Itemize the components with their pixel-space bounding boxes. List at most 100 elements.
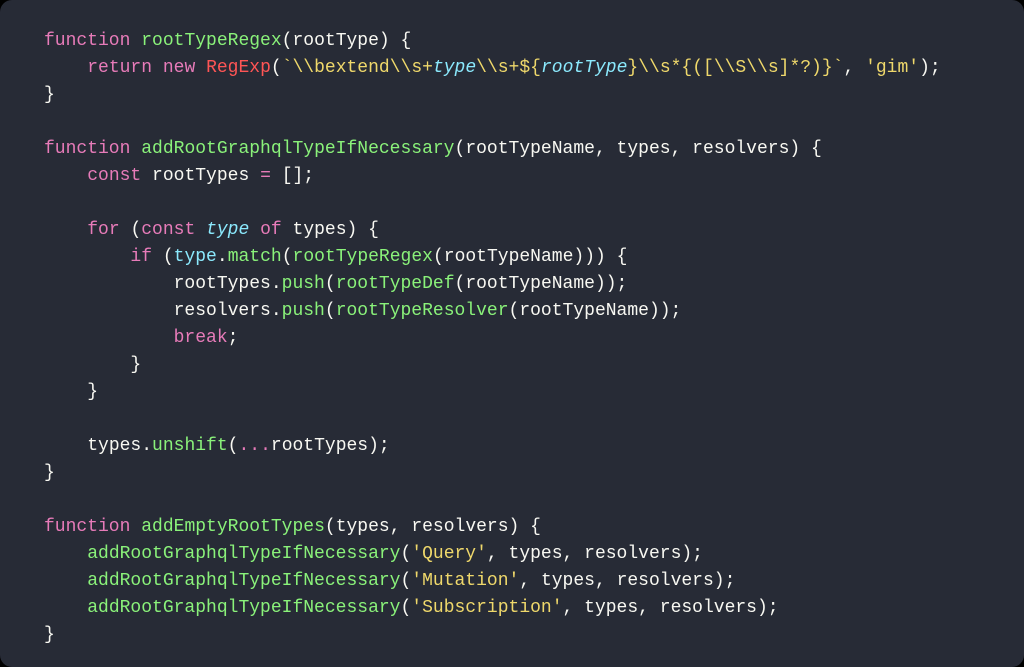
punc: ( (282, 247, 293, 267)
spread-operator: ... (238, 436, 270, 456)
call: addRootGraphqlTypeIfNecessary (87, 544, 400, 564)
code-line: for (const type of types) { (44, 220, 379, 240)
var-name: resolvers (660, 598, 757, 618)
var-name: resolvers (584, 544, 681, 564)
punc: ))) { (573, 247, 627, 267)
call-rootTypeRegex: rootTypeRegex (293, 247, 433, 267)
punc: ( (282, 31, 293, 51)
punc: )); (595, 274, 627, 294)
punc: ) { (789, 139, 821, 159)
param: rootType (292, 31, 378, 51)
call: addRootGraphqlTypeIfNecessary (87, 598, 400, 618)
punc: } (44, 85, 55, 105)
method-match: match (228, 247, 282, 267)
template-body: \\bextend\\s+ (293, 58, 433, 78)
punc: , (487, 544, 509, 564)
keyword-return: return (87, 58, 152, 78)
template-body: \\s+ (476, 58, 519, 78)
code-editor[interactable]: function rootTypeRegex(rootType) { retur… (0, 0, 1024, 667)
punc: ); (714, 571, 736, 591)
code-line: function addEmptyRootTypes(types, resolv… (44, 517, 541, 537)
code-line: } (44, 355, 141, 375)
punc: , (390, 517, 412, 537)
function-name: addEmptyRootTypes (141, 517, 325, 537)
punc: , (595, 139, 617, 159)
code-line: const rootTypes = []; (44, 166, 314, 186)
punc: ); (919, 58, 941, 78)
keyword-new: new (163, 58, 195, 78)
code-line: return new RegExp(`\\bextend\\s+type\\s+… (44, 58, 941, 78)
punc: ) { (379, 31, 411, 51)
code-line: addRootGraphqlTypeIfNecessary('Subscript… (44, 598, 779, 618)
punc: , (563, 544, 585, 564)
punc: . (271, 301, 282, 321)
string-Query: 'Query' (411, 544, 487, 564)
punc: ( (325, 274, 336, 294)
punc: ( (455, 274, 466, 294)
param: types (336, 517, 390, 537)
code-line: rootTypes.push(rootTypeDef(rootTypeName)… (44, 274, 627, 294)
var-name: resolvers (617, 571, 714, 591)
punc: ( (400, 544, 411, 564)
var-name: types (87, 436, 141, 456)
punc: ) { (509, 517, 541, 537)
punc: , (638, 598, 660, 618)
punc: ; (228, 328, 239, 348)
punc: ( (325, 301, 336, 321)
code-line: } (44, 463, 55, 483)
string-Subscription: 'Subscription' (411, 598, 562, 618)
var-name: types (509, 544, 563, 564)
punc: ( (130, 220, 141, 240)
param: types (617, 139, 671, 159)
string-gim: 'gim' (865, 58, 919, 78)
keyword-for: for (87, 220, 119, 240)
method-push: push (282, 301, 325, 321)
keyword-function: function (44, 139, 130, 159)
punc: )); (649, 301, 681, 321)
template-type-word: type (433, 58, 476, 78)
punc: ( (455, 139, 466, 159)
interp-open: ${ (519, 58, 541, 78)
var-name: rootTypeName (465, 274, 595, 294)
punc: ( (228, 436, 239, 456)
param: resolvers (411, 517, 508, 537)
punc: ( (163, 247, 174, 267)
punc: , (519, 571, 541, 591)
var-name: resolvers (174, 301, 271, 321)
code-line: function rootTypeRegex(rootType) { (44, 31, 411, 51)
call-rootTypeDef: rootTypeDef (336, 274, 455, 294)
code-line: } (44, 85, 55, 105)
var-name: types (293, 220, 347, 240)
operator: = (260, 166, 271, 186)
punc: . (217, 247, 228, 267)
punc: ( (509, 301, 520, 321)
punc: ( (433, 247, 444, 267)
var-name: rootTypes (174, 274, 271, 294)
keyword-function: function (44, 31, 130, 51)
call: addRootGraphqlTypeIfNecessary (87, 571, 400, 591)
punc: ) { (347, 220, 379, 240)
class-RegExp: RegExp (206, 58, 271, 78)
punc: , (843, 58, 865, 78)
punc: ( (400, 571, 411, 591)
code-line: function addRootGraphqlTypeIfNecessary(r… (44, 139, 822, 159)
code-line: addRootGraphqlTypeIfNecessary('Mutation'… (44, 571, 735, 591)
var-name: rootTypes (271, 436, 368, 456)
var-name: types (584, 598, 638, 618)
punc: } (44, 625, 55, 645)
function-name: rootTypeRegex (141, 31, 281, 51)
code-line: break; (44, 328, 238, 348)
punc: } (87, 382, 98, 402)
punc: ); (368, 436, 390, 456)
punc: []; (282, 166, 314, 186)
punc: ( (400, 598, 411, 618)
punc: . (141, 436, 152, 456)
string-Mutation: 'Mutation' (411, 571, 519, 591)
code-line: addRootGraphqlTypeIfNecessary('Query', t… (44, 544, 703, 564)
var-name: rootTypes (152, 166, 249, 186)
var-name: rootTypeName (444, 247, 574, 267)
var-name: type (174, 247, 217, 267)
punc: } (130, 355, 141, 375)
param: rootTypeName (465, 139, 595, 159)
punc: ( (271, 58, 282, 78)
